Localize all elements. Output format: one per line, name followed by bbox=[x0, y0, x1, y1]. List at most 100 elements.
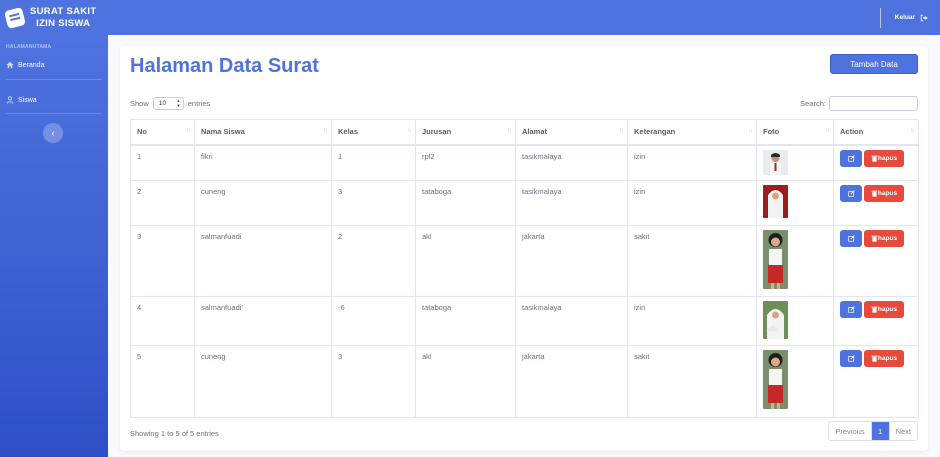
edit-icon bbox=[847, 306, 855, 313]
add-data-button[interactable]: Tambah Data bbox=[830, 54, 918, 74]
cell-foto bbox=[756, 180, 834, 226]
brand-line-2: IZIN SISWA bbox=[36, 17, 91, 29]
table-row: 2 cuneng 3 tataboga tasikmalaya izin hap… bbox=[130, 180, 919, 226]
cell-alamat: jakarta bbox=[515, 225, 628, 297]
delete-label: hapus bbox=[877, 355, 898, 362]
cell-keterangan: izin bbox=[627, 180, 757, 226]
delete-button[interactable]: hapus bbox=[864, 301, 904, 318]
cell-jurusan: akl bbox=[415, 345, 516, 418]
show-entries: Show 10 ▴ ▾ entries bbox=[130, 97, 210, 110]
sort-icon: ↑↓ bbox=[619, 128, 624, 134]
student-photo bbox=[763, 350, 788, 409]
search-input[interactable] bbox=[829, 96, 918, 111]
delete-button[interactable]: hapus bbox=[864, 230, 904, 247]
sign-out-icon bbox=[920, 14, 928, 21]
previous-page-button[interactable]: Previous bbox=[829, 422, 871, 440]
data-card: Halaman Data Surat Tambah Data Show 10 ▴… bbox=[120, 46, 928, 451]
trash-icon bbox=[871, 306, 878, 313]
delete-button[interactable]: hapus bbox=[864, 350, 904, 367]
cell-kelas: 3 bbox=[331, 180, 416, 226]
sidebar-item-beranda[interactable]: Beranda bbox=[0, 61, 108, 69]
pagination: Previous 1 Next bbox=[828, 421, 918, 441]
table-info: Showing 1 to 5 of 5 entries bbox=[130, 429, 219, 438]
column-header-jurusan[interactable]: Jurusan ↑↓ bbox=[415, 119, 516, 146]
cell-nama: cuneng bbox=[194, 180, 332, 226]
logout-link[interactable]: Keluar bbox=[895, 14, 940, 22]
data-table: No ↑↓ Nama Siswa ↑↓ Kelas ↑↓ Jurusan ↑↓ Alam… bbox=[130, 119, 919, 418]
envelope-icon bbox=[4, 6, 26, 29]
sidebar-divider bbox=[6, 113, 102, 114]
table-header-row: No ↑↓ Nama Siswa ↑↓ Kelas ↑↓ Jurusan ↑↓ Alam… bbox=[130, 119, 919, 146]
edit-button[interactable] bbox=[840, 149, 862, 167]
edit-button[interactable] bbox=[840, 301, 862, 318]
user-icon bbox=[6, 96, 14, 104]
sidebar-item-siswa[interactable]: Siswa bbox=[0, 96, 108, 104]
cell-kelas: 1 bbox=[331, 144, 416, 181]
edit-icon bbox=[847, 355, 855, 362]
brand[interactable]: SURAT SAKIT IZIN SISWA bbox=[0, 0, 108, 35]
edit-icon bbox=[847, 154, 855, 162]
table-row: 5 cuneng 3 akl jakarta sakit hapus bbox=[130, 345, 919, 418]
cell-nama: cuneng bbox=[194, 345, 332, 418]
cell-jurusan: rpl2 bbox=[415, 144, 516, 181]
cell-kelas: 3 bbox=[331, 345, 416, 418]
sort-icon: ↑↓ bbox=[910, 128, 915, 134]
cell-nama: salmanfuadi bbox=[194, 225, 332, 297]
cell-jurusan: akl bbox=[415, 225, 516, 297]
select-arrows-icon: ▴ ▾ bbox=[177, 97, 180, 109]
delete-label: hapus bbox=[877, 154, 898, 162]
column-header-foto[interactable]: Foto ↑↓ bbox=[756, 119, 834, 146]
search-box: Search: bbox=[800, 96, 918, 111]
cell-no: 4 bbox=[130, 296, 195, 346]
delete-button[interactable]: hapus bbox=[864, 149, 904, 167]
edit-button[interactable] bbox=[840, 185, 862, 202]
sidebar-divider bbox=[6, 79, 102, 80]
column-header-keterangan[interactable]: Keterangan ↑↓ bbox=[627, 119, 757, 146]
sort-icon: ↑↓ bbox=[186, 128, 191, 134]
topbar: SURAT SAKIT IZIN SISWA Keluar bbox=[0, 0, 940, 35]
edit-button[interactable] bbox=[840, 230, 862, 247]
sidebar-toggle-button[interactable]: ‹ bbox=[43, 123, 63, 143]
sort-icon: ↑↓ bbox=[323, 128, 328, 134]
student-photo bbox=[763, 230, 788, 289]
sidebar-item-label: Siswa bbox=[18, 96, 37, 104]
delete-label: hapus bbox=[877, 306, 898, 313]
cell-action: hapus bbox=[833, 296, 919, 346]
column-header-action[interactable]: Action ↑↓ bbox=[833, 119, 919, 146]
cell-foto bbox=[756, 144, 834, 181]
cell-kelas: 2 bbox=[331, 225, 416, 297]
table-row: 4 salmanfuadi' -6 tataboga tasikmalaya i… bbox=[130, 296, 919, 346]
cell-keterangan: sakit bbox=[627, 225, 757, 297]
trash-icon bbox=[871, 190, 878, 197]
entries-select[interactable]: 10 ▴ ▾ bbox=[152, 97, 184, 110]
table-row: 3 salmanfuadi 2 akl jakarta sakit hapus bbox=[130, 225, 919, 297]
column-header-nama-siswa[interactable]: Nama Siswa ↑↓ bbox=[194, 119, 332, 146]
column-header-kelas[interactable]: Kelas ↑↓ bbox=[331, 119, 416, 146]
cell-nama: salmanfuadi' bbox=[194, 296, 332, 346]
sidebar-heading: HALAMANUTAMA bbox=[6, 44, 52, 50]
column-header-no[interactable]: No ↑↓ bbox=[130, 119, 195, 146]
brand-text: SURAT SAKIT IZIN SISWA bbox=[30, 6, 96, 30]
cell-no: 2 bbox=[130, 180, 195, 226]
entries-value: 10 bbox=[158, 100, 166, 107]
cell-nama: fikri bbox=[194, 144, 332, 181]
page-button-1[interactable]: 1 bbox=[870, 422, 889, 440]
cell-action: hapus bbox=[833, 180, 919, 226]
page-title: Halaman Data Surat bbox=[130, 55, 319, 77]
cell-no: 5 bbox=[130, 345, 195, 418]
brand-line-1: SURAT SAKIT bbox=[30, 5, 97, 17]
edit-button[interactable] bbox=[840, 350, 862, 367]
cell-action: hapus bbox=[833, 144, 919, 181]
cell-keterangan: sakit bbox=[627, 345, 757, 418]
cell-action: hapus bbox=[833, 345, 919, 418]
column-header-alamat[interactable]: Alamat ↑↓ bbox=[515, 119, 628, 146]
next-page-button[interactable]: Next bbox=[888, 422, 917, 440]
cell-foto bbox=[756, 345, 834, 418]
cell-keterangan: izin bbox=[627, 296, 757, 346]
cell-keterangan: izin bbox=[627, 144, 757, 181]
home-icon bbox=[6, 61, 14, 69]
cell-foto bbox=[756, 296, 834, 346]
delete-button[interactable]: hapus bbox=[864, 185, 904, 202]
logout-label: Keluar bbox=[894, 14, 915, 21]
topbar-divider bbox=[879, 7, 881, 28]
